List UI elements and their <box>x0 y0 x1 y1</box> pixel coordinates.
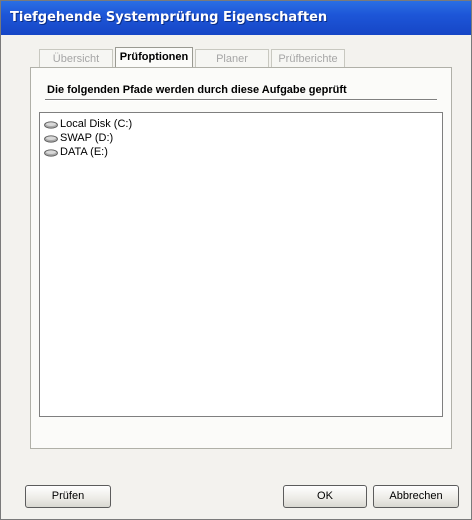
list-item-drive-c[interactable]: Local Disk (C:) <box>44 117 132 131</box>
list-item-drive-d[interactable]: SWAP (D:) <box>44 131 113 145</box>
tab-pruefberichte[interactable]: Prüfberichte <box>271 49 345 69</box>
tab-planer[interactable]: Planer <box>195 49 269 69</box>
tab-panel-pruefoptionen: Die folgenden Pfade werden durch diese A… <box>30 67 452 449</box>
list-item-drive-e[interactable]: DATA (E:) <box>44 145 108 159</box>
drive-icon <box>44 119 58 129</box>
cancel-button[interactable]: Abbrechen <box>373 485 459 508</box>
window-title: Tiefgehende Systemprüfung Eigenschaften <box>10 10 328 25</box>
properties-window: Tiefgehende Systemprüfung Eigenschaften … <box>0 0 472 520</box>
check-button[interactable]: Prüfen <box>25 485 111 508</box>
drive-icon <box>44 147 58 157</box>
title-bar[interactable]: Tiefgehende Systemprüfung Eigenschaften <box>1 1 471 35</box>
drive-label: DATA (E:) <box>60 146 108 158</box>
drive-icon <box>44 133 58 143</box>
heading-divider <box>45 99 437 101</box>
tab-uebersicht[interactable]: Übersicht <box>39 49 113 69</box>
paths-heading: Die folgenden Pfade werden durch diese A… <box>47 84 347 96</box>
tab-pruefoptionen[interactable]: Prüfoptionen <box>115 47 193 69</box>
paths-listbox[interactable]: Local Disk (C:) SWAP (D:) DATA (E:) <box>39 112 443 417</box>
ok-button[interactable]: OK <box>283 485 367 508</box>
drive-label: Local Disk (C:) <box>60 118 133 130</box>
drive-label: SWAP (D:) <box>60 132 114 144</box>
